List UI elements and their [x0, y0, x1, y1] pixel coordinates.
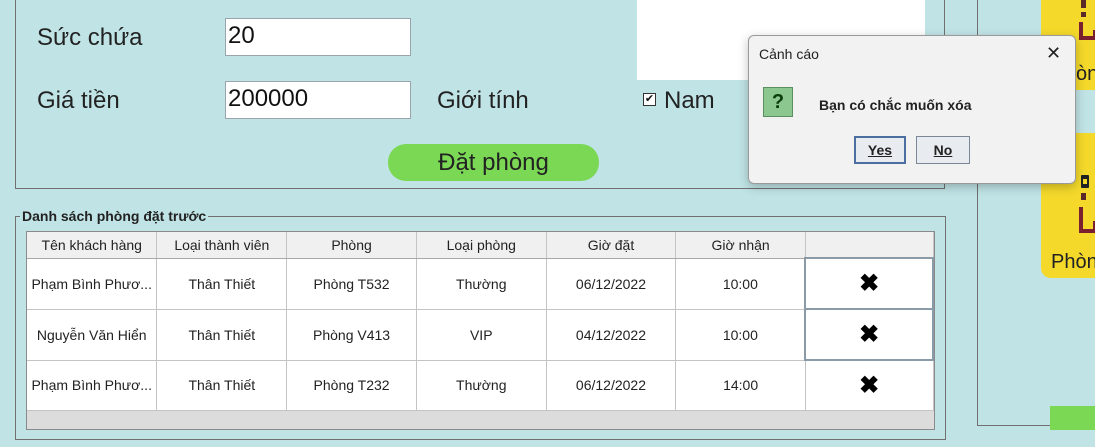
gender-male-label: Nam	[664, 87, 715, 114]
warning-dialog: Cảnh cáo ✕ ? Bạn có chắc muốn xóa Yes No	[748, 35, 1076, 184]
cell-checkin-time[interactable]: 14:00	[675, 360, 806, 411]
reservation-table-container: Tên khách hàng Loại thành viên Phòng Loạ…	[26, 231, 935, 430]
cell-booking-date[interactable]: 04/12/2022	[546, 309, 677, 361]
question-icon: ?	[763, 87, 793, 117]
table-row[interactable]: Phạm Bình Phươ... Thân Thiết Phòng T532 …	[27, 257, 934, 310]
capacity-input[interactable]: 20	[225, 18, 411, 56]
delete-x-icon[interactable]: ✖	[804, 257, 934, 310]
delete-x-icon[interactable]: ✖	[804, 308, 934, 361]
cell-member-type[interactable]: Thân Thiết	[156, 258, 288, 310]
room-card-label: Phòn	[1051, 251, 1095, 273]
price-label: Giá tiền	[37, 87, 120, 114]
cell-checkin-time[interactable]: 10:00	[675, 258, 806, 310]
close-icon[interactable]: ✕	[1046, 44, 1061, 62]
no-button[interactable]: No	[916, 136, 970, 164]
column-header-member-type[interactable]: Loại thành viên	[156, 232, 288, 259]
cell-member-type[interactable]: Thân Thiết	[156, 360, 288, 411]
yes-button[interactable]: Yes	[854, 136, 906, 164]
gender-label: Giới tính	[437, 87, 529, 114]
room-icon	[1079, 175, 1095, 233]
table-header-row: Tên khách hàng Loại thành viên Phòng Loạ…	[27, 232, 934, 259]
column-header-room[interactable]: Phòng	[286, 232, 417, 259]
cell-room[interactable]: Phòng T532	[286, 258, 417, 310]
room-card-label: òn	[1076, 63, 1095, 85]
delete-x-icon[interactable]: ✖	[805, 360, 934, 411]
cell-room[interactable]: Phòng T232	[286, 360, 417, 411]
cell-customer-name[interactable]: Phạm Bình Phươ...	[27, 258, 158, 310]
capacity-label: Sức chứa	[37, 24, 143, 51]
column-header-delete[interactable]	[805, 232, 934, 259]
reservation-table: Tên khách hàng Loại thành viên Phòng Loạ…	[27, 232, 934, 411]
cell-room-type[interactable]: Thường	[416, 360, 547, 411]
cell-booking-date[interactable]: 06/12/2022	[546, 258, 677, 310]
cell-room-type[interactable]: Thường	[416, 258, 547, 310]
column-header-checkin-time[interactable]: Giờ nhận	[675, 232, 806, 259]
cell-customer-name[interactable]: Nguyễn Văn Hiển	[27, 309, 158, 361]
dialog-message: Bạn có chắc muốn xóa	[819, 97, 972, 113]
cell-member-type[interactable]: Thân Thiết	[156, 309, 288, 361]
price-input[interactable]: 200000	[225, 81, 411, 119]
room-icon	[1079, 0, 1095, 40]
column-header-room-type[interactable]: Loại phòng	[416, 232, 547, 259]
cell-booking-date[interactable]: 06/12/2022	[546, 360, 677, 411]
table-row[interactable]: Nguyễn Văn Hiển Thân Thiết Phòng V413 VI…	[27, 308, 934, 361]
cell-customer-name[interactable]: Phạm Bình Phươ...	[27, 360, 158, 411]
action-button[interactable]	[1050, 406, 1095, 430]
table-row[interactable]: Phạm Bình Phươ... Thân Thiết Phòng T232 …	[27, 360, 934, 411]
column-header-customer-name[interactable]: Tên khách hàng	[27, 232, 158, 259]
book-room-button[interactable]: Đặt phòng	[388, 144, 599, 181]
cell-checkin-time[interactable]: 10:00	[675, 309, 806, 361]
cell-room-type[interactable]: VIP	[416, 309, 547, 361]
cell-room[interactable]: Phòng V413	[286, 309, 417, 361]
reservation-list-legend: Danh sách phòng đặt trước	[20, 208, 209, 224]
column-header-booking-time[interactable]: Giờ đặt	[546, 232, 677, 259]
gender-male-checkbox[interactable]: ✔	[643, 93, 656, 106]
dialog-title: Cảnh cáo	[759, 46, 819, 62]
